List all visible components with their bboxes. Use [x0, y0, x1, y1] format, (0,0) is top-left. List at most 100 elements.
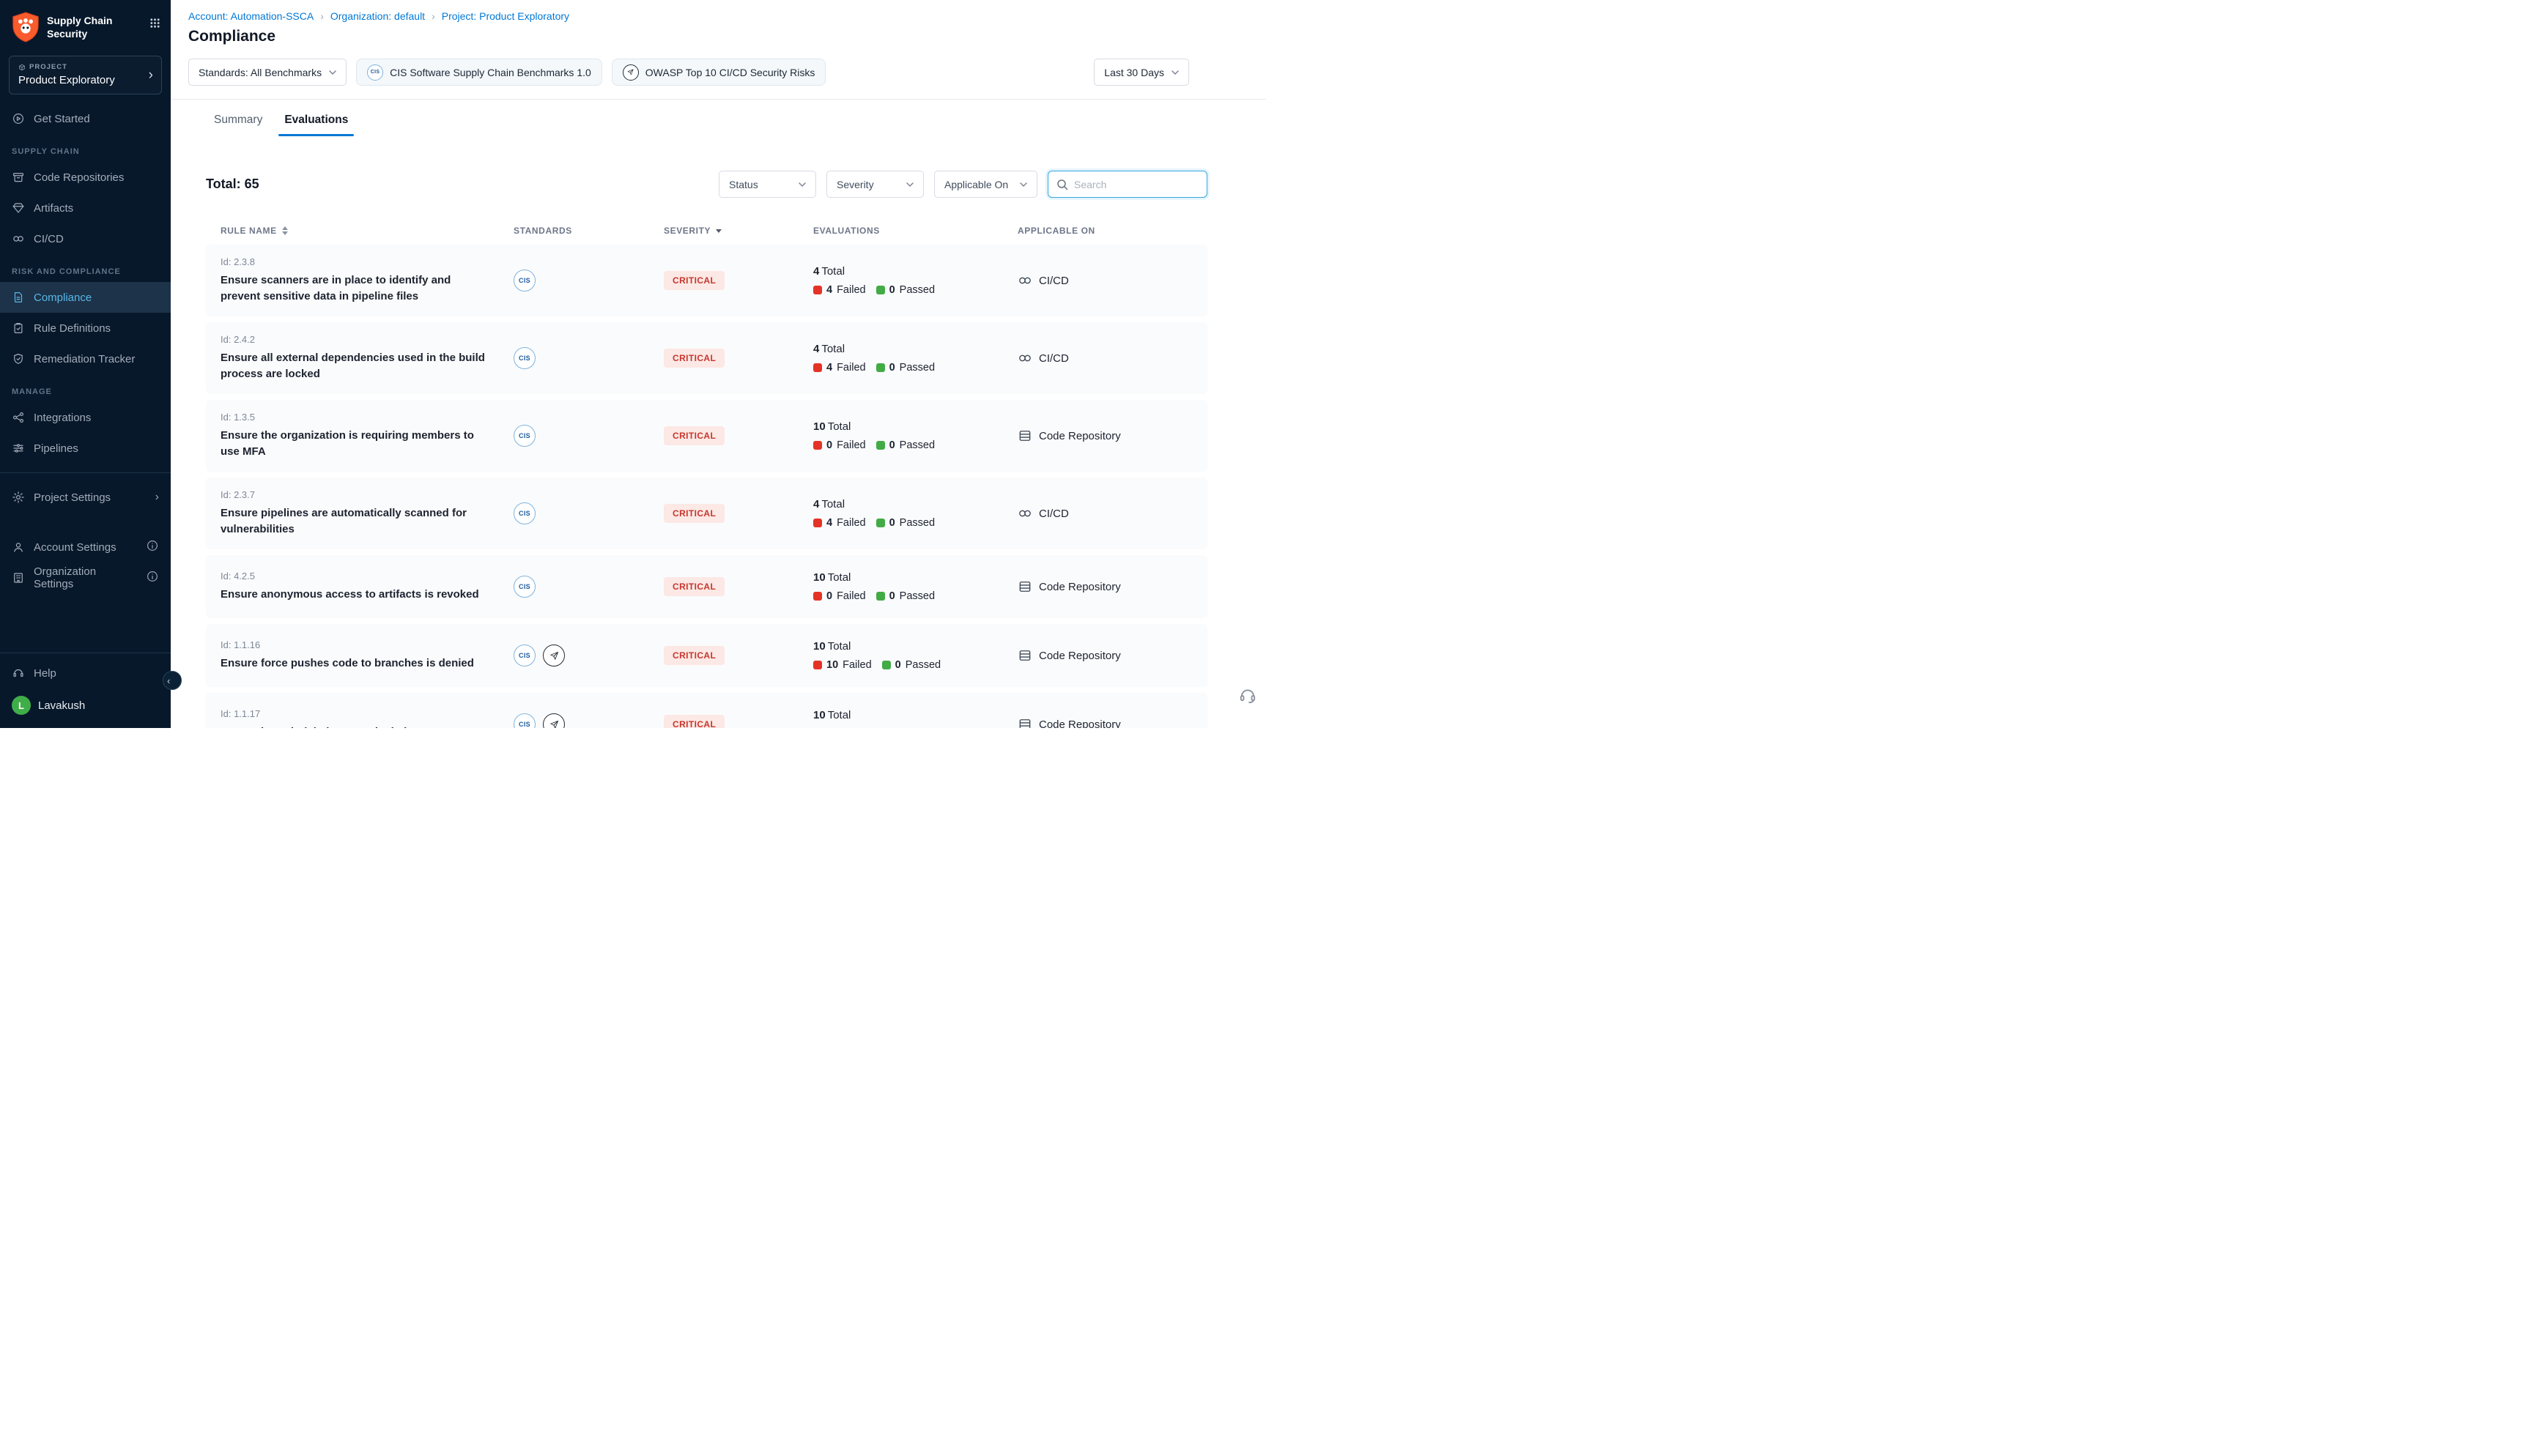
- sidebar-collapse-handle[interactable]: [163, 671, 182, 690]
- status-filter-dropdown[interactable]: Status: [719, 171, 816, 198]
- supply-chain-security-logo-icon: [12, 12, 40, 42]
- passed-indicator: [876, 519, 885, 527]
- sidebar-item-pipelines[interactable]: Pipelines: [0, 433, 171, 464]
- rule-name[interactable]: Ensure scanners are in place to identify…: [221, 272, 492, 305]
- breadcrumb-account-link[interactable]: Account: Automation-SSCA: [188, 10, 314, 22]
- code-repository-icon: [1018, 717, 1032, 728]
- search-input[interactable]: [1074, 179, 1199, 190]
- breadcrumb-project-link[interactable]: Project: Product Exploratory: [442, 10, 569, 22]
- info-icon[interactable]: [146, 539, 159, 556]
- passed-label: Passed: [900, 517, 935, 529]
- section-heading-manage: MANAGE: [0, 374, 171, 402]
- column-header-standards: STANDARDS: [514, 226, 664, 236]
- support-chat-icon[interactable]: [1238, 686, 1257, 709]
- applicable-on-filter-dropdown[interactable]: Applicable On: [934, 171, 1037, 198]
- applicable-on-label: Code Repository: [1039, 581, 1121, 593]
- app-switcher-icon[interactable]: [149, 12, 160, 32]
- table-header: RULE NAME STANDARDS SEVERITY EVALUATIONS…: [206, 226, 1207, 236]
- get-started-icon: [12, 112, 25, 125]
- rule-id: Id: 1.1.17: [221, 708, 514, 719]
- column-header-rule-name[interactable]: RULE NAME: [221, 226, 514, 236]
- pipelines-icon: [12, 442, 25, 455]
- project-selector[interactable]: PROJECT Product Exploratory: [9, 56, 162, 94]
- code-repository-icon: [1018, 648, 1032, 663]
- breadcrumb-organization-link[interactable]: Organization: default: [330, 10, 425, 22]
- chevron-down-icon: [329, 70, 336, 75]
- sidebar-item-help[interactable]: Help: [0, 658, 171, 688]
- sidebar-item-label: Compliance: [34, 291, 92, 304]
- cis-label: CIS: [371, 70, 380, 75]
- rule-name[interactable]: Ensure branch deletions are denied: [221, 724, 492, 728]
- sidebar-item-code-repositories[interactable]: Code Repositories: [0, 162, 171, 193]
- sidebar-item-get-started[interactable]: Get Started: [0, 103, 171, 134]
- severity-badge: CRITICAL: [664, 715, 725, 728]
- table-row[interactable]: Id: 2.3.8 Ensure scanners are in place t…: [206, 245, 1207, 316]
- info-icon[interactable]: [146, 570, 159, 587]
- rule-name[interactable]: Ensure anonymous access to artifacts is …: [221, 587, 492, 603]
- table-row[interactable]: Id: 1.1.16 Ensure force pushes code to b…: [206, 624, 1207, 687]
- tab-evaluations[interactable]: Evaluations: [283, 114, 349, 136]
- applicable-on-icon-slot: [1018, 428, 1032, 443]
- evaluations-cell: 4Total 4 Failed 0 Passed: [813, 343, 1018, 374]
- applicable-on-icon-slot: [1018, 273, 1032, 288]
- table-row[interactable]: Id: 1.3.5 Ensure the organization is req…: [206, 400, 1207, 472]
- sidebar-item-organization-settings[interactable]: Organization Settings: [0, 562, 171, 593]
- sidebar-item-label: Code Repositories: [34, 171, 124, 184]
- evaluations-total-count: 4: [813, 343, 819, 355]
- sidebar-item-account-settings[interactable]: Account Settings: [0, 532, 171, 562]
- cicd-icon: [1018, 273, 1032, 288]
- help-headset-icon: [12, 666, 25, 680]
- sidebar-item-integrations[interactable]: Integrations: [0, 402, 171, 433]
- rule-name[interactable]: Ensure all external dependencies used in…: [221, 350, 492, 382]
- column-header-severity[interactable]: SEVERITY: [664, 226, 813, 236]
- standards-cell: CIS: [514, 270, 664, 291]
- table-row[interactable]: Id: 2.4.2 Ensure all external dependenci…: [206, 322, 1207, 394]
- sidebar-item-rule-definitions[interactable]: Rule Definitions: [0, 313, 171, 343]
- evaluations-cell: 10Total 0 Failed 0 Passed: [813, 571, 1018, 602]
- standards-dropdown[interactable]: Standards: All Benchmarks: [188, 59, 347, 86]
- cis-benchmark-chip[interactable]: CIS CIS Software Supply Chain Benchmarks…: [356, 59, 602, 86]
- sort-icon[interactable]: [282, 226, 288, 235]
- passed-indicator: [882, 661, 891, 669]
- table-row[interactable]: Id: 1.1.17 Ensure branch deletions are d…: [206, 693, 1207, 728]
- sidebar-item-remediation-tracker[interactable]: Remediation Tracker: [0, 343, 171, 374]
- rule-name[interactable]: Ensure the organization is requiring mem…: [221, 428, 492, 460]
- date-range-dropdown[interactable]: Last 30 Days: [1094, 59, 1189, 86]
- total-count: Total: 65: [206, 177, 259, 192]
- applicable-on-cell: Code Repository: [1018, 648, 1207, 663]
- user-menu[interactable]: L Lavakush: [0, 688, 171, 722]
- total-label: Total: [828, 640, 851, 653]
- sidebar-item-cicd[interactable]: CI/CD: [0, 223, 171, 254]
- severity-filter-dropdown[interactable]: Severity: [826, 171, 924, 198]
- sidebar-item-label: Artifacts: [34, 202, 73, 215]
- applicable-on-cell: CI/CD: [1018, 273, 1207, 288]
- sidebar-item-label: Rule Definitions: [34, 322, 111, 335]
- section-heading-risk-and-compliance: RISK AND COMPLIANCE: [0, 254, 171, 282]
- sidebar-item-project-settings[interactable]: Project Settings: [0, 482, 171, 513]
- cube-icon: [18, 64, 26, 71]
- failed-label: Failed: [837, 517, 866, 529]
- rule-name[interactable]: Ensure pipelines are automatically scann…: [221, 505, 492, 538]
- table-row[interactable]: Id: 2.3.7 Ensure pipelines are automatic…: [206, 478, 1207, 549]
- sidebar-item-artifacts[interactable]: Artifacts: [0, 193, 171, 223]
- cis-label: CIS: [519, 721, 530, 728]
- standards-filter-bar: Standards: All Benchmarks CIS CIS Softwa…: [171, 45, 1266, 100]
- sidebar-item-compliance[interactable]: Compliance: [0, 282, 171, 313]
- rule-name[interactable]: Ensure force pushes code to branches is …: [221, 655, 492, 672]
- table-row[interactable]: Id: 4.2.5 Ensure anonymous access to art…: [206, 555, 1207, 618]
- cis-label: CIS: [519, 583, 530, 590]
- failed-indicator: [813, 363, 822, 372]
- breadcrumb: Account: Automation-SSCA Organization: d…: [188, 10, 1248, 22]
- sort-desc-icon[interactable]: [716, 229, 722, 233]
- applicable-on-filter-label: Applicable On: [944, 179, 1008, 190]
- cis-label: CIS: [519, 432, 530, 439]
- tab-summary[interactable]: Summary: [212, 114, 264, 136]
- evaluations-cell: 4Total 4 Failed 0 Passed: [813, 498, 1018, 529]
- cicd-icon: [1018, 351, 1032, 365]
- app-root: Supply Chain Security PROJECT Product Ex…: [0, 0, 1266, 728]
- standards-cell: CIS: [514, 425, 664, 447]
- cis-standard-icon: CIS: [514, 347, 536, 369]
- applicable-on-cell: Code Repository: [1018, 579, 1207, 594]
- owasp-chip[interactable]: OWASP Top 10 CI/CD Security Risks: [612, 59, 826, 86]
- applicable-on-icon-slot: [1018, 579, 1032, 594]
